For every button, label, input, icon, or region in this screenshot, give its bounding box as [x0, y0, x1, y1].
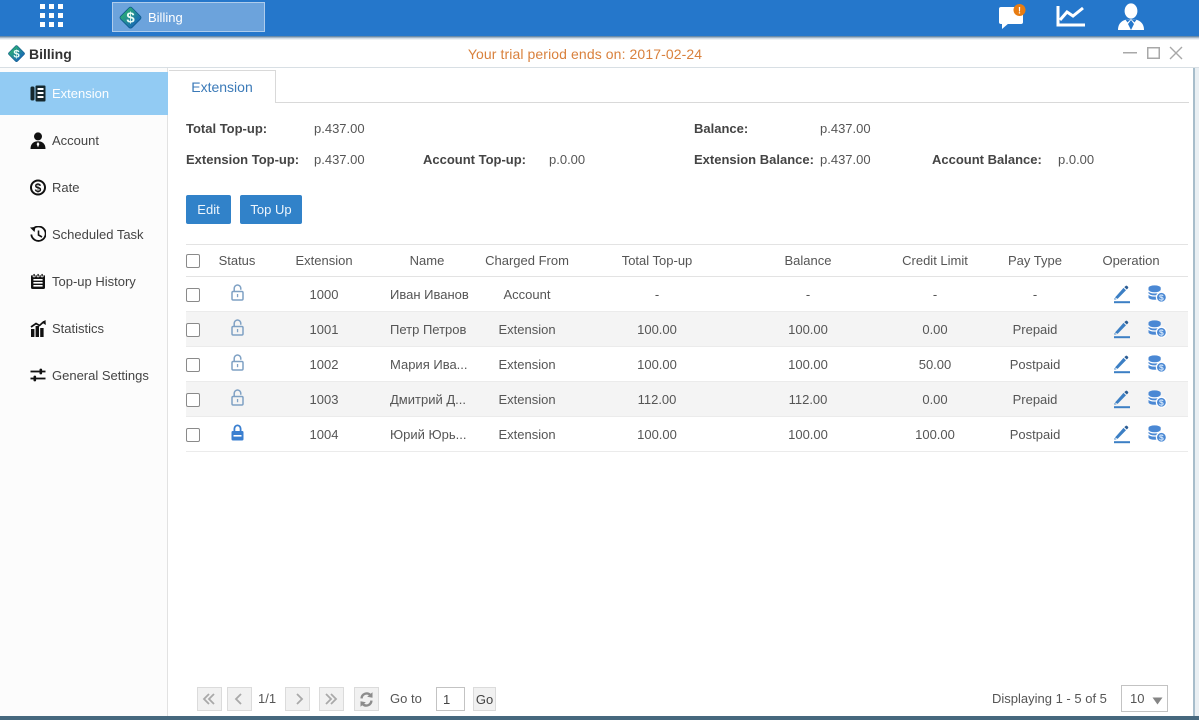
svg-text:$: $ [126, 10, 135, 27]
svg-text:$: $ [35, 181, 42, 195]
svg-text:!: ! [1018, 5, 1021, 15]
